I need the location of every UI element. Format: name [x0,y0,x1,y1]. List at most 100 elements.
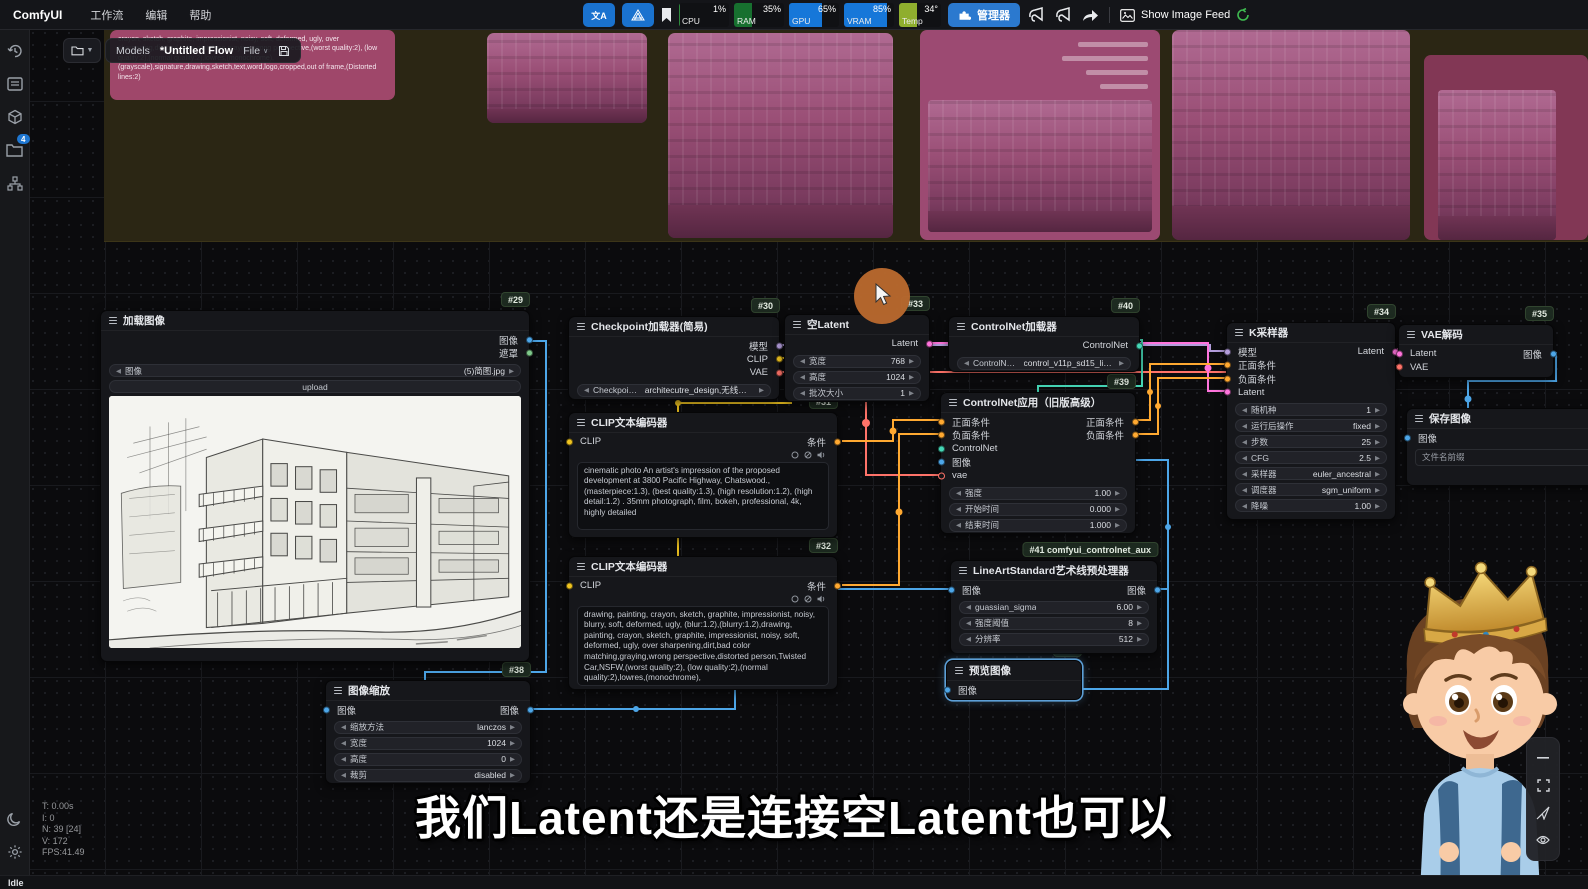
node-menu-icon[interactable] [957,323,965,330]
widget-宽度[interactable]: ◀宽度1024▶ [334,737,522,750]
widget-裁剪[interactable]: ◀裁剪disabled▶ [334,769,522,782]
node-mute-icon[interactable] [817,595,826,603]
input-port-ControlNet[interactable] [938,445,945,452]
node-menu-icon[interactable] [1415,415,1423,422]
input-port-模型[interactable] [1224,348,1231,355]
image-preview-pink-4[interactable] [1172,30,1410,240]
output-port-CLIP[interactable] [776,356,783,363]
input-port-CLIP[interactable] [566,582,573,589]
input-port-图像[interactable] [1404,434,1411,441]
node-clip-encode-positive[interactable]: CLIP文本编码器CLIP条件 cinematic photo An artis… [568,412,838,538]
share-icon[interactable] [1081,7,1099,23]
widget-button-upload[interactable]: upload [109,380,521,393]
save-icon[interactable] [278,45,290,57]
manager-button[interactable]: 管理器 [948,3,1020,27]
widget-结束时间[interactable]: ◀结束时间1.000▶ [949,519,1127,532]
prompt-textarea[interactable]: drawing, painting, crayon, sketch, graph… [577,606,829,686]
output-port-图像[interactable] [527,706,534,713]
input-port-图像[interactable] [944,686,951,693]
node-image-scale[interactable]: 图像缩放图像图像◀缩放方法lanczos▶◀宽度1024▶◀高度0▶◀裁剪dis… [325,680,531,784]
node-controlnet-apply[interactable]: ControlNet应用（旧版高级）正面条件正面条件负面条件负面条件Contro… [940,392,1136,534]
output-port-条件[interactable] [834,582,841,589]
theme-toggle-icon[interactable] [4,808,26,830]
widget-调度器[interactable]: ◀调度器sgm_uniform▶ [1235,483,1387,496]
node-save-image[interactable]: 保存图像图像文件名前缀 [1406,408,1588,486]
node-menu-icon[interactable] [793,321,801,328]
node-ksampler[interactable]: K采样器模型Latent正面条件负面条件Latent◀随机种1▶◀运行后操作fi… [1226,322,1396,520]
output-port-Latent[interactable] [926,340,933,347]
output-port-ControlNet[interactable] [1136,342,1143,349]
node-bypass-icon[interactable] [804,451,812,459]
menu-workflow[interactable]: 工作流 [90,7,123,23]
widget-高度[interactable]: ◀高度1024▶ [793,371,921,384]
output-port-条件[interactable] [834,438,841,445]
input-port-VAE[interactable] [1396,364,1403,371]
image-preview-pink-1[interactable] [487,33,647,123]
output-port-图像[interactable] [1550,350,1557,357]
output-port-图像[interactable] [1154,586,1161,593]
widget-批次大小[interactable]: ◀批次大小1▶ [793,387,921,400]
sidebar-models-button[interactable] [4,106,26,128]
node-menu-icon[interactable] [109,317,117,324]
node-menu-icon[interactable] [577,419,585,426]
widget-ControlNet名称[interactable]: ◀ControlNet名称control_v11p_sd15_lineart.p… [957,357,1131,370]
node-clip-encode-negative[interactable]: CLIP文本编码器CLIP条件 drawing, painting, crayo… [568,556,838,690]
node-graph-canvas[interactable]: crayon, sketch, graphite, impressionist,… [0,0,1588,889]
output-port-VAE[interactable] [776,369,783,376]
node-toggle-icon[interactable] [791,595,799,603]
show-image-feed-toggle[interactable]: Show Image Feed [1120,8,1250,22]
input-port-图像[interactable] [948,586,955,593]
output-port-模型[interactable] [776,342,783,349]
node-menu-icon[interactable] [1407,331,1415,338]
input-port-Latent[interactable] [1396,350,1403,357]
output-port-负面条件[interactable] [1132,432,1139,439]
widget-CFG[interactable]: ◀CFG2.5▶ [1235,451,1387,464]
prompt-textarea[interactable]: cinematic photo An artist's impression o… [577,462,829,530]
menu-edit[interactable]: 编辑 [145,7,167,23]
sidebar-workflows-button[interactable]: 4 [4,139,26,161]
widget-缩放方法[interactable]: ◀缩放方法lanczos▶ [334,721,522,734]
node-checkpoint-loader[interactable]: Checkpoint加载器(简易)模型CLIPVAE◀Checkpoint名称a… [568,316,780,400]
node-mute-icon[interactable] [817,451,826,459]
widget-运行后操作[interactable]: ◀运行后操作fixed▶ [1235,419,1387,432]
node-controlnet-loader[interactable]: ControlNet加载器ControlNet◀ControlNet名称cont… [948,316,1140,372]
input-port-负面条件[interactable] [1224,375,1231,382]
menu-help[interactable]: 帮助 [189,7,211,23]
node-lineart-preprocessor[interactable]: LineArtStandard艺术线预处理器图像图像◀guassian_sigm… [950,560,1158,654]
workflow-folder-button[interactable]: ▼ [63,38,101,63]
output-port-遮罩[interactable] [526,350,533,357]
input-port-正面条件[interactable] [1224,362,1231,369]
node-menu-icon[interactable] [949,399,957,406]
input-port-vae[interactable] [938,472,945,479]
settings-gear-icon[interactable] [4,841,26,863]
widget-强度[interactable]: ◀强度1.00▶ [949,487,1127,500]
input-port-Latent[interactable] [1224,389,1231,396]
widget-随机种[interactable]: ◀随机种1▶ [1235,403,1387,416]
sidebar-node-library-button[interactable] [4,172,26,194]
horn-icon-2[interactable] [1054,6,1074,24]
horn-icon-1[interactable] [1027,6,1047,24]
filename-prefix-field[interactable]: 文件名前缀 [1415,449,1588,466]
node-empty-latent[interactable]: 空LatentLatent◀宽度768▶◀高度1024▶◀批次大小1▶ [784,314,930,402]
input-port-负面条件[interactable] [938,432,945,439]
input-port-图像[interactable] [938,459,945,466]
sidebar-queue-button[interactable] [4,73,26,95]
node-bypass-icon[interactable] [804,595,812,603]
widget-降噪[interactable]: ◀降噪1.00▶ [1235,499,1387,512]
widget-分辨率[interactable]: ◀分辨率512▶ [959,633,1149,646]
node-preview-image[interactable]: 预览图像图像 [946,660,1082,700]
node-menu-icon[interactable] [1235,329,1243,336]
file-menu[interactable]: File∨ [243,45,268,57]
widget-采样器[interactable]: ◀采样器euler_ancestral▶ [1235,467,1387,480]
node-menu-icon[interactable] [577,563,585,570]
bookmark-icon[interactable] [661,7,672,23]
widget-图像[interactable]: ◀图像(5)简图.jpg▶ [109,364,521,377]
output-port-图像[interactable] [526,336,533,343]
models-menu[interactable]: Models [116,45,150,57]
node-pink-panel[interactable] [920,30,1160,240]
node-menu-icon[interactable] [334,687,342,694]
widget-强度阈值[interactable]: ◀强度阈值8▶ [959,617,1149,630]
node-menu-icon[interactable] [959,567,967,574]
translate-button[interactable]: 文A [583,3,615,27]
node-menu-icon[interactable] [955,667,963,674]
